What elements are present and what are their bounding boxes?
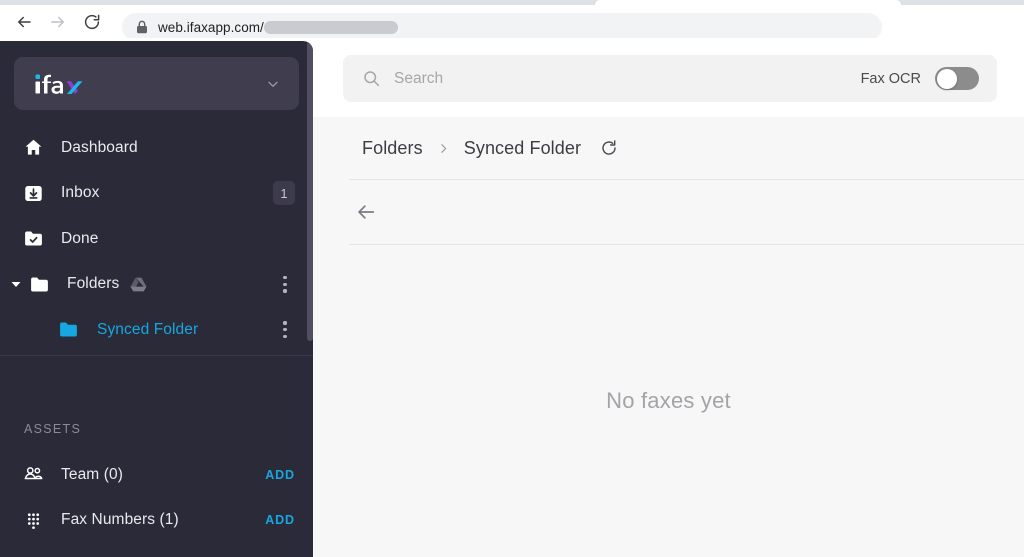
address-bar-redacted-path <box>263 20 398 34</box>
dialpad-icon <box>22 509 44 531</box>
chevron-down-icon <box>265 76 281 92</box>
sidebar-item-inbox-label: Inbox <box>61 184 100 202</box>
sidebar-item-contacts[interactable]: Contacts <box>0 543 313 557</box>
synced-folder-kebab-menu-icon[interactable] <box>275 318 295 342</box>
sidebar-divider <box>0 355 313 356</box>
content-area: Folders Synced Folder No faxes yet <box>313 117 1024 557</box>
sidebar-item-synced-folder[interactable]: Synced Folder <box>0 307 313 353</box>
empty-state: No faxes yet <box>313 245 1024 557</box>
arrow-left-icon <box>18 16 31 27</box>
address-bar[interactable]: web.ifaxapp.com/ <box>122 13 882 41</box>
refresh-icon[interactable] <box>600 139 618 157</box>
breadcrumb: Folders Synced Folder <box>313 117 1024 179</box>
address-bar-url: web.ifaxapp.com/ <box>158 19 264 35</box>
browser-toolbar: web.ifaxapp.com/ <box>0 5 1024 41</box>
folder-icon <box>28 273 50 295</box>
assets-section-label: ASSETS <box>24 422 82 436</box>
search-bar[interactable]: Fax OCR <box>343 55 997 102</box>
search-icon <box>362 69 381 88</box>
ifax-logo-icon <box>35 74 83 94</box>
app-shell: Dashboard Inbox 1 Done Folders Synced Fo… <box>0 41 1024 557</box>
sidebar-item-folders[interactable]: Folders <box>0 262 313 308</box>
content-toolbar <box>313 180 1024 244</box>
folder-filled-icon <box>57 319 79 341</box>
home-icon <box>22 137 44 159</box>
chevron-right-icon <box>437 142 450 155</box>
sidebar-nav: Dashboard Inbox 1 Done Folders Synced Fo… <box>0 125 313 353</box>
sidebar: Dashboard Inbox 1 Done Folders Synced Fo… <box>0 41 313 557</box>
inbox-unread-badge: 1 <box>273 181 295 206</box>
sidebar-item-folders-label: Folders <box>67 275 120 293</box>
sidebar-assets-list: Team (0) ADD Fax Numbers (1) ADD <box>0 452 313 557</box>
inbox-download-icon <box>22 182 44 204</box>
sidebar-item-dashboard-label: Dashboard <box>61 138 138 156</box>
folders-kebab-menu-icon[interactable] <box>275 272 295 296</box>
top-bar: Fax OCR <box>313 41 1024 117</box>
breadcrumb-current: Synced Folder <box>463 137 582 158</box>
ifax-logo <box>34 71 96 97</box>
folder-check-icon <box>22 228 44 250</box>
sidebar-item-done-label: Done <box>61 229 99 247</box>
browser-forward-button[interactable] <box>44 8 72 36</box>
fax-ocr-toggle-knob <box>936 68 957 89</box>
sidebar-item-dashboard[interactable]: Dashboard <box>0 125 313 171</box>
screen-root: web.ifaxapp.com/ Dashboard Inbox 1 Done … <box>0 0 1024 557</box>
arrow-right-icon <box>51 16 64 27</box>
sidebar-item-fax-numbers-label: Fax Numbers (1) <box>61 511 179 529</box>
workspace-switcher[interactable] <box>14 57 299 110</box>
back-arrow-icon[interactable] <box>355 201 377 223</box>
fax-ocr-toggle[interactable] <box>935 67 979 90</box>
breadcrumb-root[interactable]: Folders <box>362 138 423 159</box>
sidebar-item-synced-folder-label: Synced Folder <box>97 320 199 338</box>
reload-icon <box>84 14 100 29</box>
browser-reload-button[interactable] <box>78 8 106 36</box>
team-add-button[interactable]: ADD <box>265 468 295 482</box>
fax-numbers-add-button[interactable]: ADD <box>265 513 295 527</box>
sidebar-item-inbox[interactable]: Inbox 1 <box>0 171 313 217</box>
browser-back-button[interactable] <box>10 8 38 36</box>
sidebar-item-team[interactable]: Team (0) ADD <box>0 452 313 498</box>
sidebar-item-fax-numbers[interactable]: Fax Numbers (1) ADD <box>0 498 313 544</box>
sidebar-item-team-label: Team (0) <box>61 465 123 483</box>
people-icon <box>22 464 44 486</box>
caret-down-icon[interactable] <box>9 277 23 291</box>
sidebar-item-done[interactable]: Done <box>0 216 313 262</box>
empty-state-message: No faxes yet <box>606 388 731 413</box>
google-drive-icon <box>130 277 147 292</box>
fax-ocr-label: Fax OCR <box>860 70 921 87</box>
lock-icon <box>136 20 148 34</box>
search-input[interactable] <box>394 69 861 88</box>
main-panel: Fax OCR Folders Synced Folder <box>313 41 1024 557</box>
